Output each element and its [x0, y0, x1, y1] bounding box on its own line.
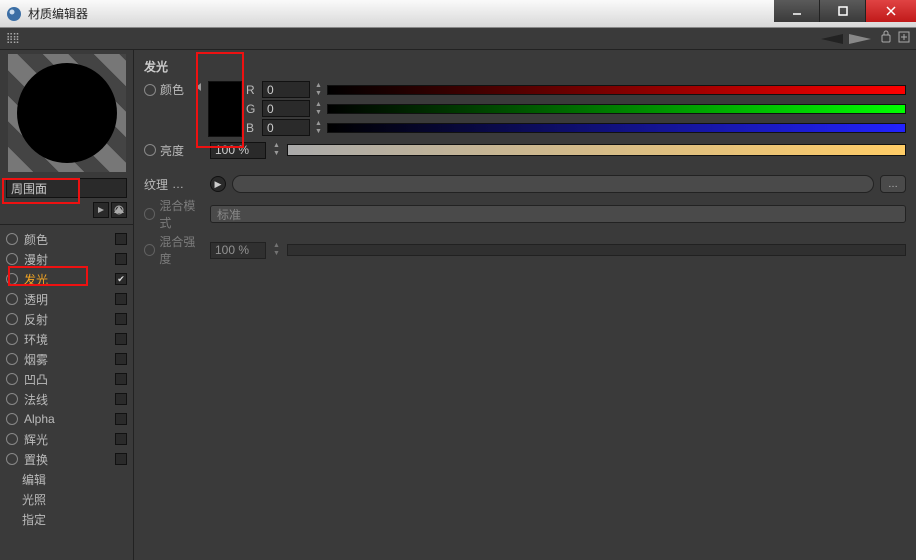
- blendmode-select[interactable]: 标准: [210, 205, 906, 223]
- channel-bump-checkbox[interactable]: [115, 373, 127, 385]
- material-preview[interactable]: [8, 54, 126, 172]
- g-value-input[interactable]: 0: [262, 100, 310, 117]
- channel-normal[interactable]: 法线: [0, 389, 133, 409]
- dropdown-triangle-icon[interactable]: [196, 83, 201, 91]
- window-controls: [774, 0, 916, 28]
- sub-item-edit[interactable]: 编辑: [22, 469, 133, 489]
- channel-normal-checkbox[interactable]: [115, 393, 127, 405]
- prev-arrow-icon[interactable]: [818, 32, 846, 46]
- g-slider[interactable]: [327, 104, 906, 114]
- lock-icon[interactable]: [880, 29, 892, 48]
- new-window-icon[interactable]: [898, 30, 910, 48]
- minimize-button[interactable]: [774, 0, 820, 22]
- r-label: R: [246, 83, 258, 97]
- channel-luminance[interactable]: 发光✔: [0, 269, 133, 289]
- blendmode-label: 混合模式: [159, 197, 204, 231]
- brightness-input[interactable]: 100 %: [210, 142, 266, 159]
- channel-environment[interactable]: 环境: [0, 329, 133, 349]
- brightness-spinner[interactable]: ▲▼: [272, 142, 281, 158]
- b-value-input[interactable]: 0: [262, 119, 310, 136]
- channel-fog[interactable]: 烟雾: [0, 349, 133, 369]
- channel-transparency[interactable]: 透明: [0, 289, 133, 309]
- material-name-input[interactable]: 周围面: [6, 178, 127, 198]
- texture-label: 纹理: [144, 176, 168, 193]
- b-label: B: [246, 121, 258, 135]
- texture-path-input[interactable]: [232, 175, 874, 193]
- toolbar: ⣿⣿: [0, 28, 916, 50]
- maximize-button[interactable]: [820, 0, 866, 22]
- channel-color-checkbox[interactable]: [115, 233, 127, 245]
- picker-icon[interactable]: [111, 202, 127, 218]
- channel-displacement[interactable]: 置换: [0, 449, 133, 469]
- channel-glow[interactable]: 辉光: [0, 429, 133, 449]
- channel-alpha[interactable]: Alpha: [0, 409, 133, 429]
- channel-diffuse[interactable]: 漫射: [0, 249, 133, 269]
- g-spinner[interactable]: ▲▼: [314, 101, 323, 117]
- blendstrength-spinner[interactable]: ▲▼: [272, 242, 281, 258]
- left-panel: 周围面 颜色 漫射 发光✔ 透明 反射 环境 烟雾 凹凸 法线 Alpha 辉光…: [0, 50, 134, 560]
- close-button[interactable]: [866, 0, 916, 22]
- g-label: G: [246, 102, 258, 116]
- texture-browse-button[interactable]: …: [880, 175, 906, 193]
- r-spinner[interactable]: ▲▼: [314, 82, 323, 98]
- channel-list: 颜色 漫射 发光✔ 透明 反射 环境 烟雾 凹凸 法线 Alpha 辉光 置换 …: [0, 225, 133, 533]
- rename-arrow-icon[interactable]: [93, 202, 109, 218]
- blendstrength-slider[interactable]: [287, 244, 906, 256]
- r-slider[interactable]: [327, 85, 906, 95]
- sub-item-illum[interactable]: 光照: [22, 489, 133, 509]
- sub-item-assign[interactable]: 指定: [22, 509, 133, 529]
- channel-displacement-checkbox[interactable]: [115, 453, 127, 465]
- r-value-input[interactable]: 0: [262, 81, 310, 98]
- channel-bump[interactable]: 凹凸: [0, 369, 133, 389]
- channel-fog-checkbox[interactable]: [115, 353, 127, 365]
- next-arrow-icon[interactable]: [846, 32, 874, 46]
- texture-menu-button[interactable]: ▶: [210, 176, 226, 192]
- brightness-label: 亮度: [160, 142, 184, 159]
- right-panel: 发光 颜色 R 0 ▲▼ G 0 ▲▼: [134, 50, 916, 560]
- b-spinner[interactable]: ▲▼: [314, 120, 323, 136]
- channel-reflection[interactable]: 反射: [0, 309, 133, 329]
- section-title: 发光: [144, 58, 906, 75]
- app-icon: [6, 6, 22, 22]
- color-label: 颜色: [160, 81, 184, 98]
- grip-icon: ⣿⣿: [6, 33, 19, 44]
- blendstrength-input[interactable]: 100 %: [210, 242, 266, 259]
- channel-glow-checkbox[interactable]: [115, 433, 127, 445]
- channel-diffuse-checkbox[interactable]: [115, 253, 127, 265]
- color-swatch[interactable]: [208, 81, 242, 137]
- preview-sphere: [17, 63, 117, 163]
- channel-color[interactable]: 颜色: [0, 229, 133, 249]
- channel-transparency-checkbox[interactable]: [115, 293, 127, 305]
- channel-environment-checkbox[interactable]: [115, 333, 127, 345]
- blendstrength-label: 混合强度: [159, 233, 204, 267]
- channel-alpha-checkbox[interactable]: [115, 413, 127, 425]
- channel-luminance-checkbox[interactable]: ✔: [115, 273, 127, 285]
- window-title: 材质编辑器: [28, 5, 88, 22]
- b-slider[interactable]: [327, 123, 906, 133]
- channel-reflection-checkbox[interactable]: [115, 313, 127, 325]
- brightness-slider[interactable]: [287, 144, 906, 156]
- titlebar: 材质编辑器: [0, 0, 916, 28]
